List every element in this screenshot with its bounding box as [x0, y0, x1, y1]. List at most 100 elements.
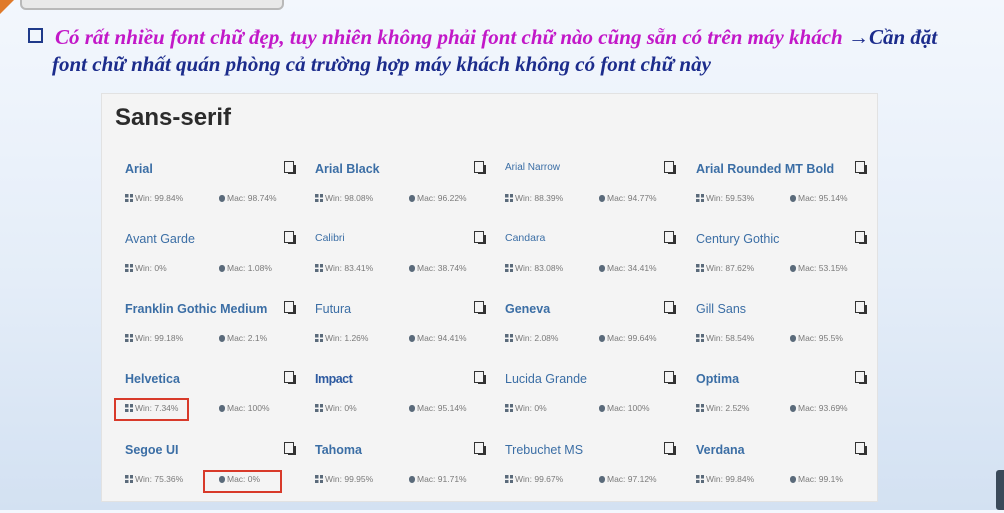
mac-stat: Mac: 100%: [219, 403, 270, 413]
mac-stat: Mac: 99.1%: [790, 474, 843, 484]
font-link-helvetica[interactable]: Helvetica: [125, 372, 180, 386]
copy-icon[interactable]: [855, 371, 868, 385]
font-card-arial-narrow: Arial Narrow Win: 88.39% Mac: 94.77%: [482, 161, 676, 232]
win-percentage: Win: 75.36%: [135, 474, 184, 484]
windows-icon: [505, 194, 513, 202]
slide-text-navy: Cần đặt: [868, 25, 938, 49]
apple-icon: [409, 265, 415, 272]
font-card-calibri: Calibri Win: 83.41% Mac: 38.74%: [292, 231, 486, 302]
mac-stat: Mac: 95.14%: [790, 193, 848, 203]
windows-icon: [696, 334, 704, 342]
win-stat: Win: 2.52%: [696, 403, 749, 413]
windows-icon: [315, 404, 323, 412]
mac-stat: Mac: 98.74%: [219, 193, 277, 203]
font-link-geneva[interactable]: Geneva: [505, 302, 550, 316]
windows-icon: [696, 404, 704, 412]
slide-text: Có rất nhiều font chữ đẹp, tuy nhiên khô…: [28, 24, 988, 78]
font-link-arial[interactable]: Arial: [125, 162, 153, 176]
copy-icon[interactable]: [855, 301, 868, 315]
mac-stat: Mac: 97.12%: [599, 474, 657, 484]
font-card-arial-rounded-mt-bold: Arial Rounded MT Bold Win: 59.53% Mac: 95.…: [673, 161, 867, 232]
font-link-futura[interactable]: Futura: [315, 302, 351, 316]
font-link-verdana[interactable]: Verdana: [696, 443, 745, 457]
font-card-arial-black: Arial Black Win: 98.08% Mac: 96.22%: [292, 161, 486, 232]
windows-icon: [505, 404, 513, 412]
win-stat: Win: 99.95%: [315, 474, 373, 484]
slide-header-tab: [20, 0, 284, 10]
mac-percentage: Mac: 2.1%: [227, 333, 268, 343]
font-link-trebuchet-ms[interactable]: Trebuchet MS: [505, 443, 583, 457]
win-stat: Win: 88.39%: [505, 193, 563, 203]
font-link-segoe-ui[interactable]: Segoe UI: [125, 443, 179, 457]
windows-icon: [505, 264, 513, 272]
win-percentage: Win: 0%: [515, 403, 547, 413]
font-link-calibri[interactable]: Calibri: [315, 232, 345, 244]
mac-percentage: Mac: 99.64%: [607, 333, 657, 343]
font-card-gill-sans: Gill Sans Win: 58.54% Mac: 95.5%: [673, 301, 867, 372]
win-percentage: Win: 99.84%: [706, 474, 755, 484]
font-link-avant-garde[interactable]: Avant Garde: [125, 232, 195, 246]
win-percentage: Win: 83.41%: [325, 263, 374, 273]
mac-percentage: Mac: 94.77%: [607, 193, 657, 203]
copy-icon[interactable]: [855, 231, 868, 245]
apple-icon: [599, 195, 605, 202]
apple-icon: [219, 335, 225, 342]
apple-icon: [790, 476, 796, 483]
mac-stat: Mac: 38.74%: [409, 263, 467, 273]
apple-icon: [599, 405, 605, 412]
font-link-impact[interactable]: Impact: [315, 372, 353, 386]
mac-percentage: Mac: 99.1%: [798, 474, 843, 484]
win-stat: Win: 87.62%: [696, 263, 754, 273]
highlight-box-segoe-mac: [203, 470, 282, 493]
win-stat: Win: 0%: [315, 403, 357, 413]
font-link-optima[interactable]: Optima: [696, 372, 739, 386]
windows-icon: [696, 194, 704, 202]
font-link-gill-sans[interactable]: Gill Sans: [696, 302, 746, 316]
font-card-geneva: Geneva Win: 2.08% Mac: 99.64%: [482, 301, 676, 372]
win-stat: Win: 2.08%: [505, 333, 558, 343]
copy-icon[interactable]: [855, 442, 868, 456]
windows-icon: [125, 334, 133, 342]
highlight-box-helvetica-win: [114, 398, 189, 421]
slide-line-1: Có rất nhiều font chữ đẹp, tuy nhiên khô…: [28, 24, 988, 51]
font-link-tahoma[interactable]: Tahoma: [315, 443, 362, 457]
mac-stat: Mac: 93.69%: [790, 403, 848, 413]
mac-stat: Mac: 34.41%: [599, 263, 657, 273]
font-link-arial-rounded-mt-bold[interactable]: Arial Rounded MT Bold: [696, 162, 834, 176]
mac-percentage: Mac: 95.14%: [798, 193, 848, 203]
apple-icon: [599, 265, 605, 272]
font-link-century-gothic[interactable]: Century Gothic: [696, 232, 779, 246]
font-card-tahoma: Tahoma Win: 99.95% Mac: 91.71%: [292, 442, 486, 513]
win-percentage: Win: 2.08%: [515, 333, 559, 343]
win-percentage: Win: 99.95%: [325, 474, 374, 484]
scrollbar-edge[interactable]: [996, 470, 1004, 510]
mac-stat: Mac: 94.41%: [409, 333, 467, 343]
win-stat: Win: 99.84%: [696, 474, 754, 484]
mac-percentage: Mac: 97.12%: [607, 474, 657, 484]
mac-stat: Mac: 53.15%: [790, 263, 848, 273]
win-stat: Win: 99.67%: [505, 474, 563, 484]
font-link-franklin-gothic-medium[interactable]: Franklin Gothic Medium: [125, 302, 267, 316]
apple-icon: [409, 405, 415, 412]
font-link-lucida-grande[interactable]: Lucida Grande: [505, 372, 587, 386]
font-card-century-gothic: Century Gothic Win: 87.62% Mac: 53.15%: [673, 231, 867, 302]
apple-icon: [599, 335, 605, 342]
mac-percentage: Mac: 96.22%: [417, 193, 467, 203]
font-card-futura: Futura Win: 1.26% Mac: 94.41%: [292, 301, 486, 372]
mac-stat: Mac: 2.1%: [219, 333, 267, 343]
win-stat: Win: 59.53%: [696, 193, 754, 203]
font-link-arial-narrow[interactable]: Arial Narrow: [505, 162, 560, 173]
mac-percentage: Mac: 100%: [607, 403, 650, 413]
copy-icon[interactable]: [855, 161, 868, 175]
windows-icon: [125, 264, 133, 272]
apple-icon: [409, 476, 415, 483]
windows-icon: [315, 475, 323, 483]
font-link-candara[interactable]: Candara: [505, 232, 545, 244]
windows-icon: [125, 194, 133, 202]
font-link-arial-black[interactable]: Arial Black: [315, 162, 380, 176]
mac-stat: Mac: 91.71%: [409, 474, 467, 484]
windows-icon: [505, 334, 513, 342]
win-stat: Win: 98.08%: [315, 193, 373, 203]
mac-percentage: Mac: 34.41%: [607, 263, 657, 273]
win-percentage: Win: 88.39%: [515, 193, 564, 203]
